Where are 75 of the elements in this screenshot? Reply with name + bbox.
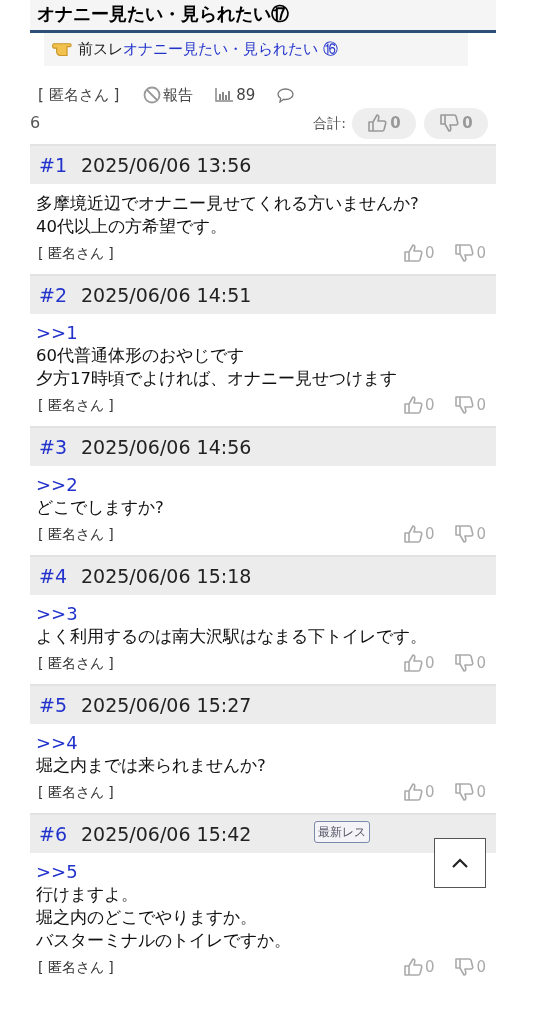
bar-chart-icon xyxy=(215,88,234,102)
thumbs-down-icon xyxy=(454,243,475,263)
author-name: [ 匿名さん ] xyxy=(38,782,114,802)
author-name: [ 匿名さん ] xyxy=(38,243,114,263)
thread-title: オナニー見たい・見られたい⑰ xyxy=(30,0,496,33)
author-name: [ 匿名さん ] xyxy=(38,524,114,544)
post-date: 2025/06/06 13:56 xyxy=(81,152,252,178)
author-name: [ 匿名さん ] xyxy=(38,957,114,977)
total-dislike-button[interactable]: 0 xyxy=(424,107,488,139)
post-text-line: 多摩境近辺でオナニー見せてくれる方いませんか? xyxy=(36,193,419,215)
post-date: 2025/06/06 15:27 xyxy=(81,692,252,718)
previous-thread-label: 前スレ xyxy=(78,39,123,61)
post-number[interactable]: #3 xyxy=(39,432,67,462)
comment-icon xyxy=(277,87,295,103)
reply-link[interactable]: >>3 xyxy=(36,603,490,625)
like-button[interactable]: 0 xyxy=(402,241,435,265)
report-link[interactable]: 報告 xyxy=(143,83,194,107)
thumbs-down-icon xyxy=(439,113,460,133)
author-name: [ 匿名さん ] xyxy=(38,395,114,415)
post-number[interactable]: #1 xyxy=(39,150,67,180)
dislike-button[interactable]: 0 xyxy=(454,955,486,979)
like-button[interactable]: 0 xyxy=(402,780,435,804)
like-button[interactable]: 0 xyxy=(402,522,435,546)
thumbs-down-icon xyxy=(454,524,475,544)
thumbs-up-icon xyxy=(402,782,423,802)
comment-count: 6 xyxy=(30,112,41,134)
dislike-button[interactable]: 0 xyxy=(454,522,486,546)
thumbs-up-icon xyxy=(402,243,423,263)
thumbs-up-icon xyxy=(402,395,423,415)
reply-link[interactable]: >>4 xyxy=(36,732,490,754)
like-button[interactable]: 0 xyxy=(402,651,435,675)
post-text-line: よく利用するのは南大沢駅はなまる下トイレです。 xyxy=(36,626,427,648)
thumbs-up-icon xyxy=(402,957,423,977)
like-button[interactable]: 0 xyxy=(402,955,435,979)
reply-link[interactable]: >>1 xyxy=(36,322,490,344)
post-text-line: 60代普通体形のおやじです xyxy=(36,345,244,367)
dislike-button[interactable]: 0 xyxy=(454,393,486,417)
prohibited-icon xyxy=(143,86,162,104)
reply-link[interactable]: >>5 xyxy=(36,861,490,883)
post-number[interactable]: #6 xyxy=(39,819,67,849)
post-date: 2025/06/06 14:51 xyxy=(81,282,252,308)
thumbs-down-icon xyxy=(454,957,475,977)
chevron-up-icon xyxy=(452,858,468,868)
dislike-button[interactable]: 0 xyxy=(454,780,486,804)
thumbs-up-icon xyxy=(402,653,423,673)
author-name: [ 匿名さん ] xyxy=(38,653,114,673)
author-name: [ 匿名さん ] xyxy=(38,84,120,106)
post-number[interactable]: #5 xyxy=(39,690,67,720)
thumbs-up-icon xyxy=(402,524,423,544)
post-text-line: どこでしますか? xyxy=(36,497,164,519)
previous-thread-link[interactable]: オナニー見たい・見られたい ⑯ xyxy=(123,38,338,61)
post-text-line: バスターミナルのトイレですか。 xyxy=(36,930,291,952)
post-text-line: 堀之内のどこでやりますか。 xyxy=(36,907,257,929)
thumbs-down-icon xyxy=(454,782,475,802)
post-number[interactable]: #4 xyxy=(39,561,67,591)
post-date: 2025/06/06 14:56 xyxy=(81,434,252,460)
like-button[interactable]: 0 xyxy=(402,393,435,417)
dislike-button[interactable]: 0 xyxy=(454,241,486,265)
post-date: 2025/06/06 15:18 xyxy=(81,563,252,589)
dislike-button[interactable]: 0 xyxy=(454,651,486,675)
thumbs-up-icon xyxy=(367,113,388,133)
post-text-line: 堀之内までは来られませんか? xyxy=(36,755,266,777)
post-text-line: 行けますよ。 xyxy=(36,884,138,906)
thumbs-down-icon xyxy=(454,653,475,673)
view-count: 89 xyxy=(236,84,256,106)
post-text-line: 夕方17時頃でよければ、オナニー見せつけます xyxy=(36,368,397,390)
scroll-to-top-button[interactable] xyxy=(434,838,486,888)
latest-post-badge: 最新レス xyxy=(314,821,370,843)
total-like-button[interactable]: 0 xyxy=(352,107,416,139)
post-number[interactable]: #2 xyxy=(39,280,67,310)
post-date: 2025/06/06 15:42 xyxy=(81,821,252,847)
total-label: 合計: xyxy=(313,113,346,133)
reply-link[interactable]: >>2 xyxy=(36,474,490,496)
post-text-line: 40代以上の方希望です。 xyxy=(36,216,227,238)
thumbs-down-icon xyxy=(454,395,475,415)
